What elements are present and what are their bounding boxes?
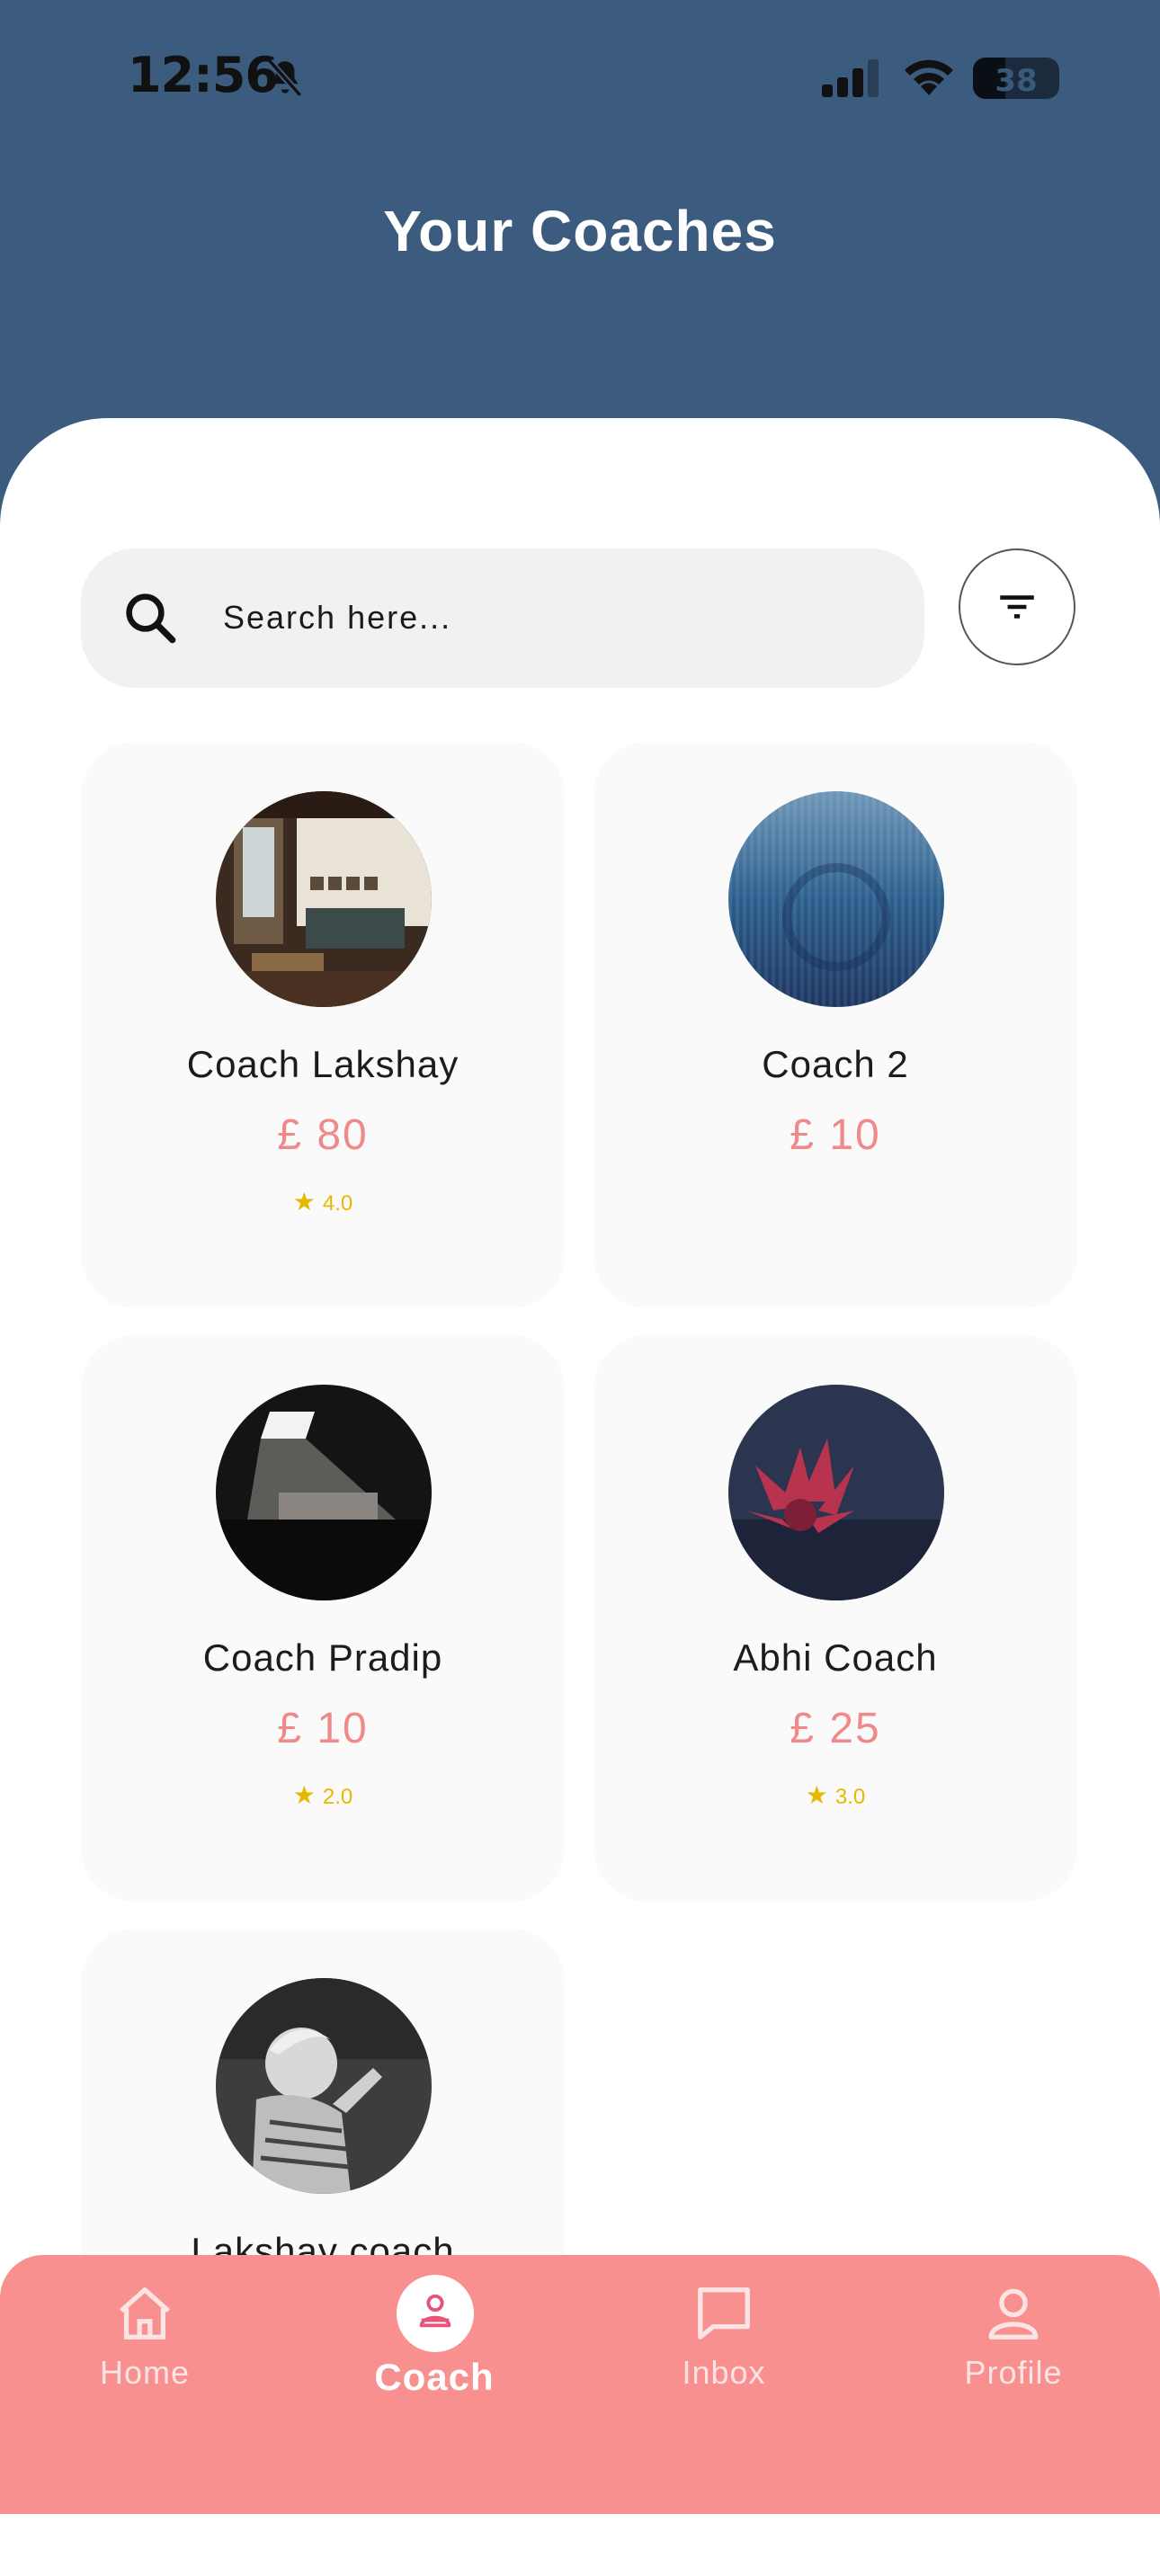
bell-muted-icon: [267, 58, 303, 98]
nav-item-home[interactable]: Home: [0, 2255, 290, 2435]
coach-avatar: [216, 791, 432, 1007]
nav-item-coach[interactable]: Coach: [290, 2255, 579, 2435]
search-icon: [126, 593, 176, 644]
coach-avatar: [216, 1385, 432, 1600]
nav-item-inbox[interactable]: Inbox: [579, 2255, 869, 2435]
inbox-icon: [698, 2287, 750, 2340]
search-input[interactable]: [221, 584, 890, 651]
coach-card[interactable]: Coach 2 £ 10: [593, 742, 1077, 1308]
coach-name: Coach Pradip: [202, 1636, 443, 1679]
coach-price: £ 25: [790, 1705, 881, 1752]
coach-name: Coach 2: [762, 1043, 909, 1085]
coach-rating: ★ 3.0: [593, 1780, 1077, 1810]
home-icon: [120, 2287, 170, 2340]
star-icon: ★: [805, 1781, 828, 1809]
coach-avatar: [216, 1978, 432, 2194]
filter-button[interactable]: [959, 548, 1075, 665]
coach-card[interactable]: Coach Lakshay £ 80 ★ 4.0: [81, 742, 565, 1308]
coach-name: Abhi Coach: [733, 1636, 938, 1679]
page-title: Your Coaches: [383, 199, 777, 263]
star-icon: ★: [292, 1188, 316, 1216]
bottom-nav: Home Coach Inbox Profile: [0, 2255, 1160, 2514]
cellular-signal-icon: [822, 59, 879, 97]
nav-label: Home: [99, 2354, 191, 2391]
battery-icon: 38: [973, 58, 1059, 99]
coach-price: £ 10: [790, 1111, 881, 1159]
battery-percent: 38: [995, 63, 1038, 99]
search-bar[interactable]: [81, 548, 924, 688]
coach-price: £ 10: [277, 1705, 369, 1752]
coach-rating: ★ 4.0: [81, 1187, 565, 1217]
coach-avatar: [728, 791, 944, 1007]
status-bar: 12:56 38: [0, 0, 1160, 157]
coach-name: Coach Lakshay: [186, 1043, 460, 1085]
nav-label: Inbox: [682, 2354, 766, 2391]
status-time: 12:56: [128, 47, 279, 103]
star-icon: ★: [292, 1781, 316, 1809]
coach-avatar: [728, 1385, 944, 1600]
wifi-icon: [905, 59, 953, 95]
profile-icon: [988, 2288, 1039, 2340]
filter-icon: [1000, 595, 1034, 619]
active-indicator: [397, 2275, 474, 2352]
coach-rating: ★ 2.0: [81, 1780, 565, 1810]
coach-price: £ 80: [277, 1111, 369, 1159]
rating-value: 4.0: [322, 1191, 353, 1216]
nav-label: Profile: [964, 2354, 1063, 2391]
coach-icon: [419, 2294, 451, 2328]
nav-label: Coach: [374, 2356, 495, 2398]
nav-item-profile[interactable]: Profile: [869, 2255, 1158, 2435]
coach-card[interactable]: Abhi Coach £ 25 ★ 3.0: [593, 1335, 1077, 1902]
coach-card[interactable]: Coach Pradip £ 10 ★ 2.0: [81, 1335, 565, 1902]
rating-value: 3.0: [834, 1785, 866, 1809]
rating-value: 2.0: [322, 1785, 353, 1809]
